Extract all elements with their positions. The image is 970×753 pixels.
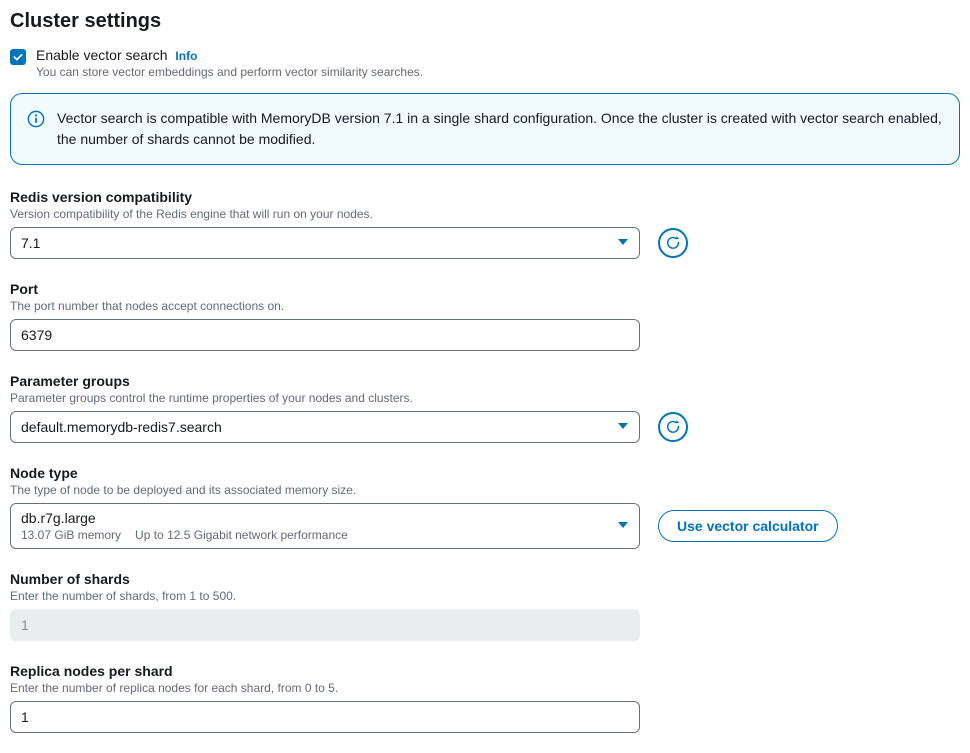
replicas-input[interactable]: 1 [10, 701, 640, 733]
redis-version-value: 7.1 [21, 235, 40, 251]
refresh-icon [665, 419, 681, 435]
enable-vector-search-checkbox[interactable] [10, 49, 26, 65]
replicas-help: Enter the number of replica nodes for ea… [10, 681, 960, 695]
replicas-field: Replica nodes per shard Enter the number… [10, 663, 960, 733]
info-link[interactable]: Info [175, 49, 197, 63]
check-icon [12, 51, 24, 63]
parameter-groups-refresh-button[interactable] [658, 412, 688, 442]
chevron-down-icon [617, 235, 629, 251]
replicas-label: Replica nodes per shard [10, 663, 960, 679]
node-type-value: db.r7g.large [21, 510, 96, 526]
shards-field: Number of shards Enter the number of sha… [10, 571, 960, 641]
port-label: Port [10, 281, 960, 297]
shards-value: 1 [21, 617, 29, 633]
node-type-field: Node type The type of node to be deploye… [10, 465, 960, 549]
chevron-down-icon [617, 419, 629, 435]
node-type-sub: 13.07 GiB memoryUp to 12.5 Gigabit netwo… [21, 528, 348, 542]
redis-version-label: Redis version compatibility [10, 189, 960, 205]
parameter-groups-field: Parameter groups Parameter groups contro… [10, 373, 960, 443]
node-type-help: The type of node to be deployed and its … [10, 483, 960, 497]
notice-text: Vector search is compatible with MemoryD… [57, 108, 943, 150]
enable-vector-search-row: Enable vector search Info You can store … [10, 47, 960, 79]
parameter-groups-value: default.memorydb-redis7.search [21, 419, 222, 435]
port-value: 6379 [21, 327, 52, 343]
enable-vector-search-help: You can store vector embeddings and perf… [36, 65, 423, 79]
redis-version-field: Redis version compatibility Version comp… [10, 189, 960, 259]
chevron-down-icon [617, 518, 629, 534]
page-title: Cluster settings [10, 10, 960, 33]
redis-version-refresh-button[interactable] [658, 228, 688, 258]
shards-label: Number of shards [10, 571, 960, 587]
parameter-groups-help: Parameter groups control the runtime pro… [10, 391, 960, 405]
refresh-icon [665, 235, 681, 251]
vector-search-notice: Vector search is compatible with MemoryD… [10, 93, 960, 165]
parameter-groups-label: Parameter groups [10, 373, 960, 389]
port-help: The port number that nodes accept connec… [10, 299, 960, 313]
port-input[interactable]: 6379 [10, 319, 640, 351]
redis-version-help: Version compatibility of the Redis engin… [10, 207, 960, 221]
port-field: Port The port number that nodes accept c… [10, 281, 960, 351]
info-icon [27, 110, 45, 128]
replicas-value: 1 [21, 709, 29, 725]
shards-help: Enter the number of shards, from 1 to 50… [10, 589, 960, 603]
node-type-select[interactable]: db.r7g.large 13.07 GiB memoryUp to 12.5 … [10, 503, 640, 549]
node-type-label: Node type [10, 465, 960, 481]
redis-version-select[interactable]: 7.1 [10, 227, 640, 259]
shards-input: 1 [10, 609, 640, 641]
parameter-groups-select[interactable]: default.memorydb-redis7.search [10, 411, 640, 443]
enable-vector-search-label: Enable vector search [36, 47, 168, 63]
use-vector-calculator-button[interactable]: Use vector calculator [658, 510, 838, 542]
